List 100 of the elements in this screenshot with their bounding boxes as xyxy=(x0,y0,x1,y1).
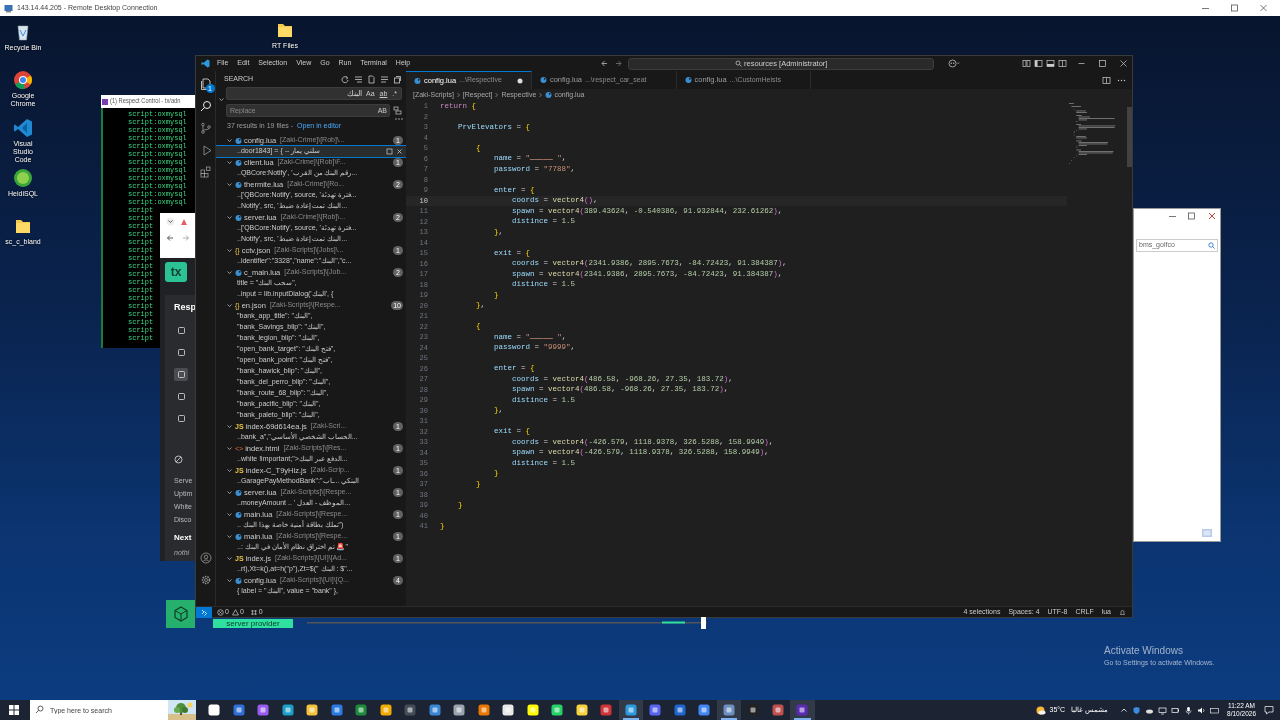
chevron-down-icon xyxy=(226,137,233,144)
app-icon xyxy=(502,704,515,716)
chevron-right-icon xyxy=(455,92,461,98)
section-heading: Next xyxy=(174,531,193,544)
lua-file-icon xyxy=(545,91,553,99)
lua-file-icon xyxy=(539,76,547,84)
layout-icon[interactable] xyxy=(1034,59,1043,68)
nav-icon xyxy=(177,348,185,356)
cube-icon xyxy=(172,606,189,622)
app-icon xyxy=(722,704,735,716)
app-icon xyxy=(698,704,711,716)
remote-desktop-icon xyxy=(4,3,13,13)
lua-file-icon xyxy=(235,488,242,497)
nav-icon xyxy=(177,414,185,422)
search-icon[interactable] xyxy=(199,100,212,112)
app-icon xyxy=(477,704,490,716)
notifications-icon[interactable] xyxy=(1119,608,1126,616)
scrollbar-thumb[interactable] xyxy=(1127,107,1132,167)
lua-file-icon xyxy=(235,576,242,585)
chevron-down-icon xyxy=(226,577,233,584)
maximize-icon[interactable] xyxy=(1098,59,1107,68)
lua-file-icon xyxy=(235,268,242,277)
provider-banner: server provider xyxy=(213,619,293,628)
close-icon[interactable] xyxy=(1206,210,1218,222)
settings-icon[interactable] xyxy=(199,574,212,586)
chevron-down-icon xyxy=(226,247,233,254)
replace-all-icon[interactable] xyxy=(393,106,402,115)
layout-icon[interactable] xyxy=(1022,59,1031,68)
app-icon xyxy=(306,704,319,716)
app-icon xyxy=(673,704,686,716)
database-icon[interactable] xyxy=(13,168,33,188)
volume-icon[interactable] xyxy=(1197,705,1207,715)
replace-icon[interactable] xyxy=(386,148,393,155)
refresh-icon[interactable] xyxy=(341,74,350,84)
chevron-down-icon xyxy=(226,533,233,540)
forward-icon[interactable] xyxy=(614,59,624,68)
app-icon xyxy=(649,704,662,716)
vscode-icon xyxy=(201,59,210,68)
chevron-right-icon xyxy=(494,92,500,98)
ports-icon[interactable] xyxy=(249,608,258,616)
layout-icon[interactable] xyxy=(1058,59,1067,68)
close-icon[interactable] xyxy=(1119,59,1128,68)
hidden-icon xyxy=(174,454,183,464)
lua-file-icon xyxy=(235,136,242,145)
running-indicator xyxy=(794,718,811,720)
maximize-icon[interactable] xyxy=(1230,3,1239,13)
maximize-icon[interactable] xyxy=(1187,211,1196,221)
microphone-icon[interactable] xyxy=(1184,705,1194,715)
expand-icon[interactable] xyxy=(393,74,402,84)
chevron-down-icon xyxy=(226,302,233,309)
vscode-icon[interactable] xyxy=(13,118,33,138)
app-icon xyxy=(428,704,441,716)
copilot-icon[interactable] xyxy=(948,59,961,68)
chevron-up-icon[interactable] xyxy=(1120,706,1129,714)
back-icon[interactable] xyxy=(166,234,174,242)
collapse-all-icon[interactable] xyxy=(380,74,389,84)
chevron-down-icon[interactable] xyxy=(166,217,175,226)
app-icon xyxy=(208,704,221,716)
lua-file-icon xyxy=(235,213,242,222)
app-icon xyxy=(379,704,392,716)
layout-icon[interactable] xyxy=(1046,59,1055,68)
chevron-down-icon[interactable] xyxy=(218,96,225,103)
explorer-icon[interactable] xyxy=(199,78,212,90)
notification-icon[interactable] xyxy=(1264,705,1274,715)
extensions-icon[interactable] xyxy=(199,166,212,178)
warning-icon[interactable] xyxy=(180,217,188,226)
nav-icon xyxy=(177,370,185,378)
warning-icon[interactable] xyxy=(231,608,239,616)
chevron-down-icon xyxy=(226,511,233,518)
back-icon[interactable] xyxy=(600,59,610,68)
chrome-icon[interactable] xyxy=(13,70,33,90)
shield-icon[interactable] xyxy=(1132,705,1142,715)
windows-start-icon[interactable] xyxy=(8,704,20,716)
chevron-right-icon xyxy=(538,92,544,98)
network-icon[interactable] xyxy=(1158,705,1168,715)
weather-icon[interactable] xyxy=(1035,704,1047,716)
clear-results-icon[interactable] xyxy=(354,74,363,84)
logo: tx xyxy=(165,262,187,282)
app-icon xyxy=(624,704,637,716)
chevron-down-icon xyxy=(226,555,233,562)
remote-button[interactable] xyxy=(196,606,212,618)
new-file-icon[interactable] xyxy=(367,74,376,84)
nav-button[interactable] xyxy=(174,367,188,381)
nav-icon xyxy=(177,326,185,334)
search-icon xyxy=(735,60,743,67)
chevron-down-icon xyxy=(226,489,233,496)
lua-file-icon xyxy=(414,76,421,85)
split-editor-icon[interactable] xyxy=(1102,75,1111,85)
app-icon xyxy=(281,704,294,716)
app-icon xyxy=(232,704,245,716)
chevron-down-icon xyxy=(226,423,233,430)
app-icon xyxy=(453,704,466,716)
dismiss-icon[interactable] xyxy=(396,148,403,155)
error-icon[interactable] xyxy=(217,608,224,616)
account-icon[interactable] xyxy=(199,552,212,564)
app-icon xyxy=(257,704,270,716)
taskbar-button[interactable] xyxy=(618,700,643,720)
taskbar-button[interactable] xyxy=(716,700,741,720)
source-control-icon[interactable] xyxy=(199,122,212,134)
remote-icon xyxy=(200,608,208,616)
